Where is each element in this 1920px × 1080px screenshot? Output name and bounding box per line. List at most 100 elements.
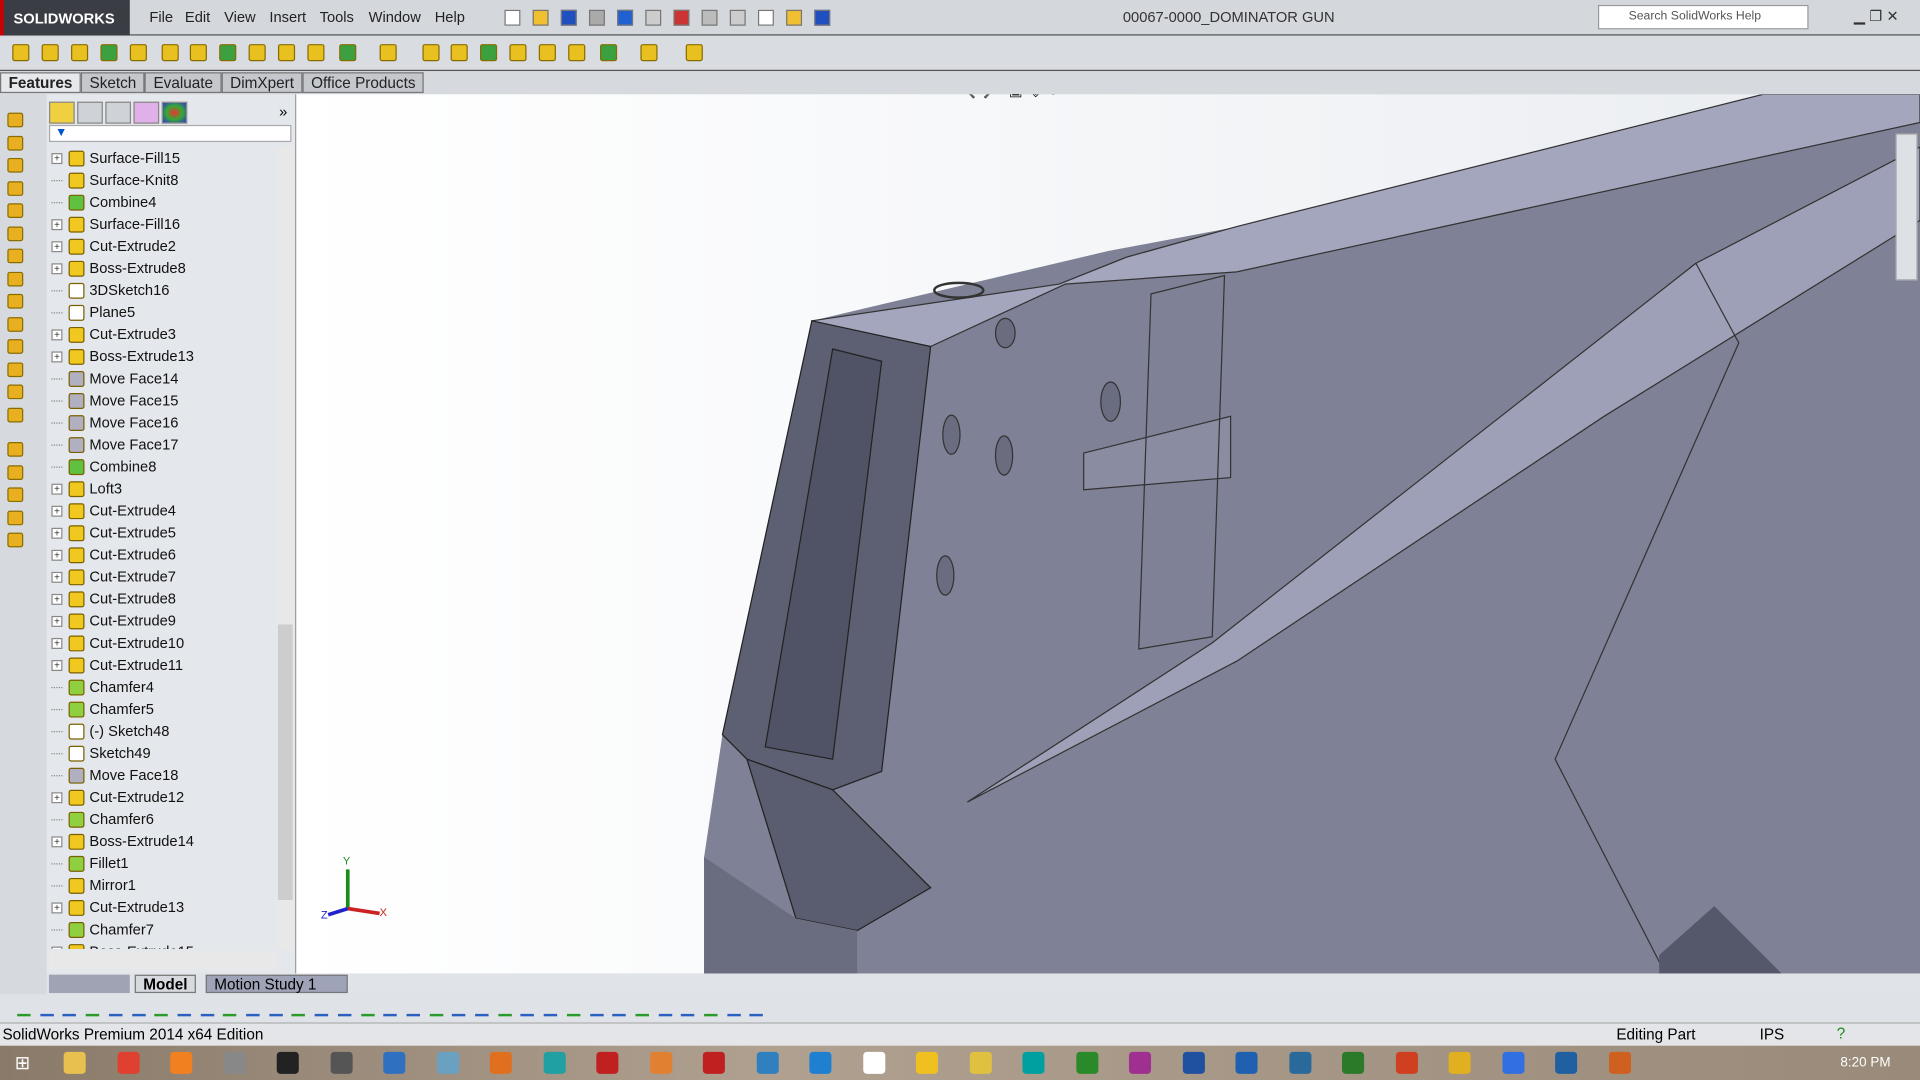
feature-tool-icon[interactable] — [450, 44, 468, 62]
expand-icon[interactable]: + — [51, 571, 63, 583]
tree-item[interactable]: + Cut-Extrude7 — [49, 566, 277, 588]
selection-filter-icon[interactable] — [269, 1000, 283, 1017]
feature-tool-icon[interactable] — [219, 44, 237, 62]
left-tool-icon[interactable] — [7, 225, 24, 241]
taskbar-app-icon[interactable] — [1608, 1051, 1631, 1074]
tree-horizontal-scrollbar[interactable] — [48, 951, 277, 969]
left-tool-icon[interactable] — [7, 339, 24, 354]
tree-item[interactable]: Combine4 — [49, 191, 277, 213]
tree-item[interactable]: 3DSketch16 — [49, 279, 277, 301]
tree-item[interactable]: + Cut-Extrude3 — [49, 323, 277, 345]
taskbar-app-icon[interactable] — [1555, 1051, 1578, 1074]
tab-scroll-arrows[interactable] — [48, 974, 130, 994]
left-tool-icon[interactable] — [7, 407, 24, 422]
taskbar-app-icon[interactable] — [969, 1051, 992, 1074]
selection-filter-icon[interactable] — [85, 1000, 100, 1017]
units-selector[interactable]: IPS — [1760, 1026, 1785, 1043]
feature-manager-tab-icon[interactable] — [48, 101, 75, 124]
selection-filter-icon[interactable] — [566, 1000, 581, 1017]
left-tool-icon[interactable] — [7, 532, 24, 548]
left-tool-icon[interactable] — [7, 203, 24, 218]
taskbar-app-icon[interactable] — [436, 1051, 459, 1074]
tab-features[interactable]: Features — [0, 72, 81, 94]
windows-start-icon[interactable]: ⊞ — [15, 1052, 30, 1074]
feature-tool-icon[interactable] — [161, 44, 179, 62]
menu-edit[interactable]: Edit — [185, 9, 210, 26]
selection-filter-icon[interactable] — [497, 1000, 512, 1017]
quick-access-icon[interactable] — [786, 9, 803, 26]
tree-item[interactable]: Chamfer5 — [49, 698, 277, 720]
left-tool-icon[interactable] — [7, 442, 24, 457]
quick-access-icon[interactable] — [757, 9, 774, 26]
taskbar-app-icon[interactable] — [1022, 1051, 1045, 1074]
left-tool-icon[interactable] — [7, 361, 24, 377]
tree-item[interactable]: + Boss-Extrude13 — [49, 345, 277, 367]
clock[interactable]: 8:20 PM — [1840, 1056, 1890, 1071]
taskbar-app-icon[interactable] — [1448, 1051, 1471, 1074]
tree-item[interactable]: Sketch49 — [49, 742, 277, 764]
tree-item[interactable]: Plane5 — [49, 301, 277, 323]
tree-item[interactable]: + Cut-Extrude12 — [49, 786, 277, 808]
tree-item[interactable]: Surface-Knit8 — [49, 169, 277, 191]
menu-view[interactable]: View — [224, 9, 256, 26]
left-tool-icon[interactable] — [7, 135, 24, 151]
taskbar-app-icon[interactable] — [1395, 1051, 1418, 1074]
taskbar-app-icon[interactable] — [649, 1051, 672, 1074]
selection-filter-icon[interactable] — [40, 1000, 54, 1017]
tree-item[interactable]: Move Face18 — [49, 764, 277, 786]
selection-filter-icon[interactable] — [543, 1000, 558, 1017]
selection-filter-icon[interactable] — [17, 1000, 31, 1017]
tree-filter-input[interactable]: ▼ — [48, 124, 292, 143]
expand-icon[interactable]: + — [51, 218, 63, 230]
left-tool-icon[interactable] — [7, 293, 24, 309]
left-tool-icon[interactable] — [7, 157, 24, 173]
selection-filter-icon[interactable] — [383, 1000, 397, 1017]
left-tool-icon[interactable] — [7, 464, 24, 480]
expand-icon[interactable]: + — [51, 350, 63, 362]
selection-filter-icon[interactable] — [658, 1000, 672, 1017]
taskbar-app-icon[interactable] — [862, 1051, 885, 1074]
selection-filter-icon[interactable] — [475, 1000, 489, 1017]
quick-access-icon[interactable] — [617, 9, 634, 26]
selection-filter-icon[interactable] — [612, 1000, 626, 1017]
expand-icon[interactable]: + — [51, 328, 63, 340]
quick-access-icon[interactable] — [673, 9, 690, 26]
configuration-manager-tab-icon[interactable] — [105, 101, 132, 124]
task-pane-tabs[interactable] — [1895, 133, 1918, 281]
selection-filter-icon[interactable] — [360, 1000, 375, 1017]
tab-office-products[interactable]: Office Products — [302, 72, 425, 94]
menu-file[interactable]: File — [149, 9, 173, 26]
selection-filter-icon[interactable] — [520, 1000, 535, 1017]
taskbar-app-icon[interactable] — [116, 1051, 139, 1074]
selection-filter-icon[interactable] — [314, 1000, 329, 1017]
scrollbar-thumb[interactable] — [277, 624, 293, 901]
tree-item[interactable]: Fillet1 — [49, 852, 277, 874]
expand-icon[interactable]: + — [51, 262, 63, 274]
solidworks-logo[interactable]: SOLIDWORKS — [0, 0, 130, 36]
taskbar-app-icon[interactable] — [489, 1051, 512, 1074]
tree-item[interactable]: Move Face14 — [49, 367, 277, 389]
selection-filter-icon[interactable] — [291, 1000, 306, 1017]
tree-item[interactable]: Move Face17 — [49, 433, 277, 455]
expand-icon[interactable]: + — [51, 835, 63, 847]
tree-item[interactable]: + Cut-Extrude11 — [49, 654, 277, 676]
feature-tool-icon[interactable] — [12, 44, 30, 62]
graphics-area[interactable]: ◧ ◨ ▁ ❐ ✕ 🔍🔎▣◈● — [296, 94, 1920, 974]
feature-tool-icon[interactable] — [509, 44, 527, 62]
selection-filter-icon[interactable] — [223, 1000, 237, 1017]
selection-filter-icon[interactable] — [131, 1000, 146, 1017]
expand-icon[interactable]: + — [51, 152, 63, 164]
feature-tool-icon[interactable] — [277, 44, 296, 62]
tree-item[interactable]: + Cut-Extrude13 — [49, 896, 277, 918]
taskbar-app-icon[interactable] — [543, 1051, 566, 1074]
left-tool-icon[interactable] — [7, 510, 24, 525]
tree-item[interactable]: + Boss-Extrude8 — [49, 257, 277, 279]
selection-filter-icon[interactable] — [452, 1000, 466, 1017]
tree-item[interactable]: Mirror1 — [49, 874, 277, 896]
taskbar-app-icon[interactable] — [915, 1051, 938, 1074]
feature-tool-icon[interactable] — [538, 44, 556, 62]
feature-tool-icon[interactable] — [422, 44, 440, 62]
selection-filter-icon[interactable] — [635, 1000, 649, 1017]
expand-icon[interactable]: + — [51, 483, 63, 495]
left-tool-icon[interactable] — [7, 316, 24, 332]
